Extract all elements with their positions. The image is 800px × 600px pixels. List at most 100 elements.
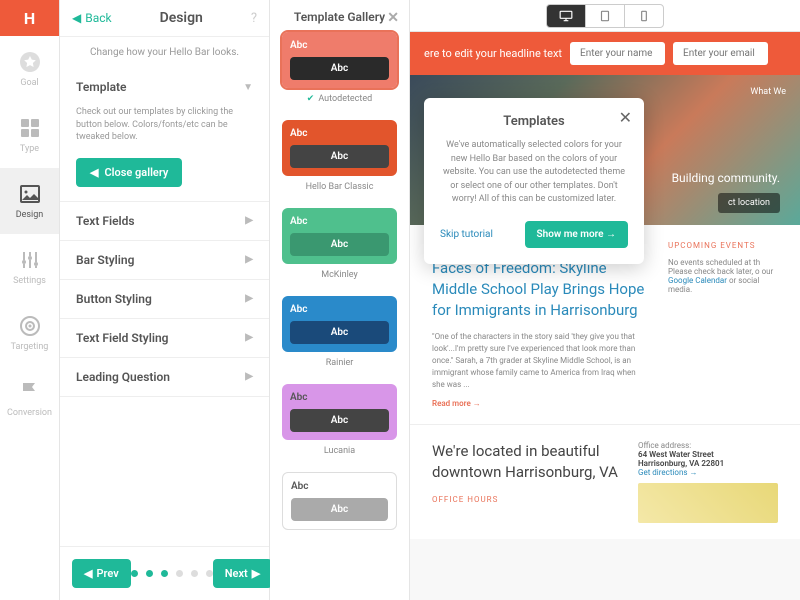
office-label: Office address: — [638, 441, 778, 450]
close-gallery-button[interactable]: ◀ Close gallery — [76, 158, 182, 187]
grid-icon — [18, 116, 42, 140]
section-label: Bar Styling — [76, 253, 134, 267]
hello-bar-text[interactable]: ere to edit your headline text — [424, 47, 562, 60]
skip-tutorial-link[interactable]: Skip tutorial — [440, 229, 493, 240]
desktop-icon — [559, 10, 573, 22]
next-label: Next — [225, 567, 248, 580]
template-name — [282, 530, 397, 546]
gallery-title-text: Template Gallery — [294, 10, 385, 24]
panel-header: ◀ Back Design ? — [60, 0, 269, 37]
back-button[interactable]: ◀ Back — [72, 11, 112, 25]
prev-label: Prev — [96, 567, 118, 580]
rail-item-type[interactable]: Type — [0, 102, 59, 168]
device-switcher — [410, 0, 800, 32]
prev-button[interactable]: ◀ Prev — [72, 559, 131, 588]
panel-footer: ◀ Prev Next ▶ — [60, 546, 269, 600]
check-icon: ✔ — [307, 94, 315, 104]
rail-item-goal[interactable]: Goal — [0, 36, 59, 102]
tablet-icon — [598, 10, 612, 22]
close-icon[interactable]: ✕ — [619, 108, 632, 127]
logo-text: H — [24, 9, 35, 28]
mobile-icon — [637, 10, 651, 22]
step-dot[interactable] — [191, 570, 198, 577]
rail-label: Targeting — [11, 342, 49, 352]
calendar-link[interactable]: Google Calendar — [668, 276, 727, 285]
close-icon[interactable]: ✕ — [387, 10, 399, 26]
rail-label: Goal — [20, 78, 38, 88]
rail-item-settings[interactable]: Settings — [0, 234, 59, 300]
template-section-head[interactable]: Template ▼ — [60, 68, 269, 106]
chevron-right-icon: ▶ — [245, 332, 253, 343]
template-card[interactable]: AbcAbcRainier — [282, 296, 397, 378]
templates-tooltip: ✕ Templates We've automatically selected… — [424, 98, 644, 264]
tooltip-title: Templates — [440, 114, 628, 129]
panel-title: Design — [112, 10, 251, 26]
rail-label: Conversion — [7, 408, 52, 418]
image-icon — [18, 182, 42, 206]
step-dot[interactable] — [131, 570, 138, 577]
template-desc: Check out our templates by clicking the … — [60, 106, 269, 154]
read-more-link[interactable]: Read more → — [432, 399, 648, 408]
office-hours-label: OFFICE HOURS — [432, 495, 618, 504]
template-card[interactable]: AbcAbcMcKinley — [282, 208, 397, 290]
map-thumbnail[interactable] — [638, 483, 778, 523]
app-logo[interactable]: H — [0, 0, 59, 36]
close-gallery-label: Close gallery — [104, 166, 168, 179]
rail-label: Type — [20, 144, 39, 154]
step-dots — [131, 570, 213, 577]
target-icon — [18, 314, 42, 338]
rail-item-conversion[interactable]: Conversion — [0, 366, 59, 432]
blog-title[interactable]: Faces of Freedom: Skyline Middle School … — [432, 258, 648, 321]
template-card[interactable]: AbcAbcLucania — [282, 384, 397, 466]
section-text-field-styling[interactable]: Text Field Styling▶ — [60, 319, 269, 358]
section-bar-styling[interactable]: Bar Styling▶ — [60, 241, 269, 280]
rail-label: Design — [16, 210, 44, 220]
template-name: Lucania — [282, 440, 397, 466]
step-dot[interactable] — [161, 570, 168, 577]
chevron-left-icon: ◀ — [84, 567, 92, 580]
section-label: Leading Question — [76, 370, 170, 384]
template-card[interactable]: AbcAbcHello Bar Classic — [282, 120, 397, 202]
device-tablet-button[interactable] — [586, 4, 624, 28]
step-dot[interactable] — [146, 570, 153, 577]
step-dot[interactable] — [206, 570, 213, 577]
step-dot[interactable] — [176, 570, 183, 577]
email-input[interactable] — [673, 42, 768, 65]
location-title: We're located in beautiful downtown Harr… — [432, 441, 618, 483]
tooltip-body: We've automatically selected colors for … — [440, 139, 628, 207]
rail-item-design[interactable]: Design — [0, 168, 59, 234]
panel-subtitle: Change how your Hello Bar looks. — [60, 37, 269, 68]
template-name: ✔Autodetected — [282, 88, 397, 114]
template-card[interactable]: AbcAbc✔Autodetected — [282, 32, 397, 114]
directions-link[interactable]: Get directions → — [638, 468, 778, 477]
template-card[interactable]: AbcAbc — [282, 472, 397, 546]
name-input[interactable] — [570, 42, 665, 65]
site-main: LATEST FROM THE BLOG Faces of Freedom: S… — [432, 241, 648, 408]
sliders-icon — [18, 248, 42, 272]
location-side: Office address: 64 West Water Street Har… — [638, 441, 778, 523]
location-main: We're located in beautiful downtown Harr… — [432, 441, 618, 523]
hello-bar-preview: ere to edit your headline text — [410, 32, 800, 75]
design-panel: ◀ Back Design ? Change how your Hello Ba… — [60, 0, 270, 600]
template-gallery: Template Gallery ✕ AbcAbc✔AutodetectedAb… — [270, 0, 410, 600]
rail-item-targeting[interactable]: Targeting — [0, 300, 59, 366]
site-sidebar: UPCOMING EVENTS No events scheduled at t… — [668, 241, 778, 408]
next-button[interactable]: Next ▶ — [213, 559, 272, 588]
template-section: Template ▼ Check out our templates by cl… — [60, 68, 269, 202]
section-text-fields[interactable]: Text Fields▶ — [60, 202, 269, 241]
device-mobile-button[interactable] — [624, 4, 664, 28]
preview-area: ere to edit your headline text What We B… — [410, 0, 800, 600]
location-button[interactable]: ct location — [718, 193, 780, 213]
hero-text: Building community. — [672, 171, 780, 185]
show-more-button[interactable]: Show me more → — [525, 221, 628, 248]
office-addr2: Harrisonburg, VA 22801 — [638, 459, 778, 468]
help-icon[interactable]: ? — [251, 11, 257, 26]
chevron-left-icon: ◀ — [72, 11, 81, 25]
section-leading-question[interactable]: Leading Question▶ — [60, 358, 269, 397]
rail-label: Settings — [13, 276, 46, 286]
flag-icon — [18, 380, 42, 404]
section-button-styling[interactable]: Button Styling▶ — [60, 280, 269, 319]
back-label: Back — [85, 11, 111, 25]
gallery-title: Template Gallery ✕ — [282, 10, 397, 24]
device-desktop-button[interactable] — [546, 4, 586, 28]
